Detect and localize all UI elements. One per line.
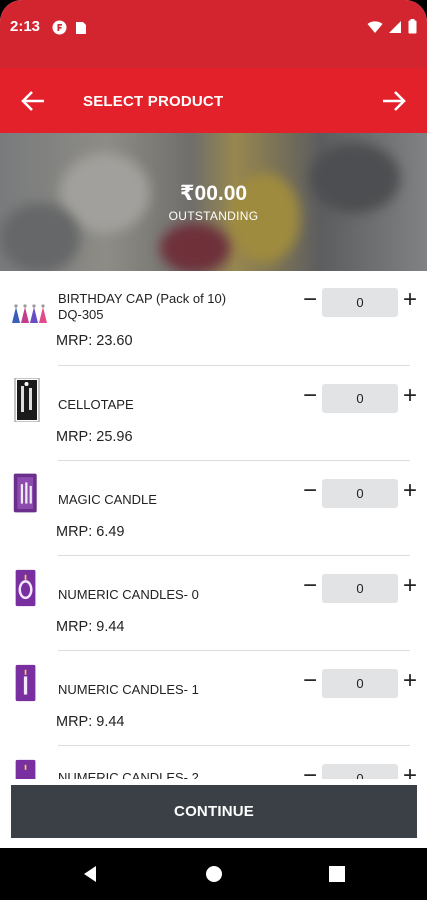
outstanding-banner: ₹00.00 OUTSTANDING bbox=[0, 133, 427, 271]
increment-button[interactable]: + bbox=[400, 288, 420, 313]
increment-button[interactable]: + bbox=[400, 764, 420, 780]
battery-icon bbox=[408, 19, 417, 34]
product-name: NUMERIC CANDLES- 0 bbox=[58, 587, 199, 602]
quantity-field[interactable]: 0 bbox=[322, 479, 398, 508]
increment-button[interactable]: + bbox=[400, 384, 420, 409]
increment-button[interactable]: + bbox=[400, 479, 420, 504]
product-code: DQ-305 bbox=[58, 307, 104, 322]
decrement-button[interactable]: − bbox=[300, 764, 320, 780]
status-right-icons bbox=[367, 19, 417, 34]
product-mrp: MRP: 9.44 bbox=[56, 619, 125, 635]
product-mrp: MRP: 23.60 bbox=[56, 333, 133, 349]
product-name: NUMERIC CANDLES- 2 bbox=[58, 770, 199, 779]
increment-button[interactable]: + bbox=[400, 574, 420, 599]
decrement-button[interactable]: − bbox=[300, 669, 320, 694]
home-circle-icon[interactable] bbox=[204, 864, 224, 884]
product-row[interactable]: CELLOTAPE MRP: 25.96 − 0 + bbox=[0, 366, 427, 461]
sim-card-icon bbox=[76, 21, 86, 34]
quantity-field[interactable]: 0 bbox=[322, 384, 398, 413]
recents-square-icon[interactable] bbox=[327, 864, 347, 884]
decrement-button[interactable]: − bbox=[300, 479, 320, 504]
outstanding-label: OUTSTANDING bbox=[168, 209, 259, 223]
signal-icon bbox=[389, 20, 401, 33]
arrow-left-icon[interactable] bbox=[20, 88, 46, 114]
decrement-button[interactable]: − bbox=[300, 574, 320, 599]
status-bar: 2:13 bbox=[0, 0, 427, 68]
system-nav-bar bbox=[0, 848, 427, 900]
numeric-candle-icon bbox=[15, 759, 36, 779]
product-mrp: MRP: 25.96 bbox=[56, 429, 133, 445]
f-badge-icon bbox=[52, 20, 67, 35]
product-list[interactable]: BIRTHDAY CAP (Pack of 10) DQ-305 MRP: 23… bbox=[0, 271, 427, 779]
quantity-field[interactable]: 0 bbox=[322, 764, 398, 779]
product-row[interactable]: NUMERIC CANDLES- 1 MRP: 9.44 − 0 + bbox=[0, 651, 427, 746]
back-triangle-icon[interactable] bbox=[80, 864, 100, 884]
decrement-button[interactable]: − bbox=[300, 288, 320, 313]
product-row[interactable]: NUMERIC CANDLES- 0 MRP: 9.44 − 0 + bbox=[0, 556, 427, 651]
birthday-cap-icon bbox=[12, 304, 47, 323]
product-name: MAGIC CANDLE bbox=[58, 492, 157, 507]
product-name: NUMERIC CANDLES- 1 bbox=[58, 682, 199, 697]
quantity-field[interactable]: 0 bbox=[322, 574, 398, 603]
phone-screen: 2:13 SELECT PRODUCT ₹00.00 OUTSTANDING B… bbox=[0, 0, 427, 900]
candle-box-icon bbox=[13, 473, 37, 513]
product-name: CELLOTAPE bbox=[58, 397, 134, 412]
app-bar: SELECT PRODUCT bbox=[0, 68, 427, 133]
quantity-field[interactable]: 0 bbox=[322, 288, 398, 317]
increment-button[interactable]: + bbox=[400, 669, 420, 694]
cellotape-icon bbox=[14, 378, 40, 422]
continue-button[interactable]: CONTINUE bbox=[11, 785, 417, 838]
status-left-icons bbox=[52, 20, 87, 35]
arrow-right-icon[interactable] bbox=[381, 88, 407, 114]
product-row[interactable]: BIRTHDAY CAP (Pack of 10) DQ-305 MRP: 23… bbox=[0, 271, 427, 366]
decrement-button[interactable]: − bbox=[300, 384, 320, 409]
wifi-icon bbox=[367, 20, 383, 33]
product-name: BIRTHDAY CAP (Pack of 10) bbox=[58, 291, 227, 306]
outstanding-amount: ₹00.00 bbox=[179, 182, 248, 205]
product-mrp: MRP: 6.49 bbox=[56, 524, 125, 540]
status-time: 2:13 bbox=[10, 18, 41, 35]
product-mrp: MRP: 9.44 bbox=[56, 714, 125, 730]
page-title: SELECT PRODUCT bbox=[83, 93, 224, 110]
numeric-candle-icon bbox=[15, 569, 36, 607]
product-row[interactable]: NUMERIC CANDLES- 2 − 0 + bbox=[0, 746, 427, 779]
product-row[interactable]: MAGIC CANDLE MRP: 6.49 − 0 + bbox=[0, 461, 427, 556]
quantity-field[interactable]: 0 bbox=[322, 669, 398, 698]
numeric-candle-icon bbox=[15, 664, 36, 702]
